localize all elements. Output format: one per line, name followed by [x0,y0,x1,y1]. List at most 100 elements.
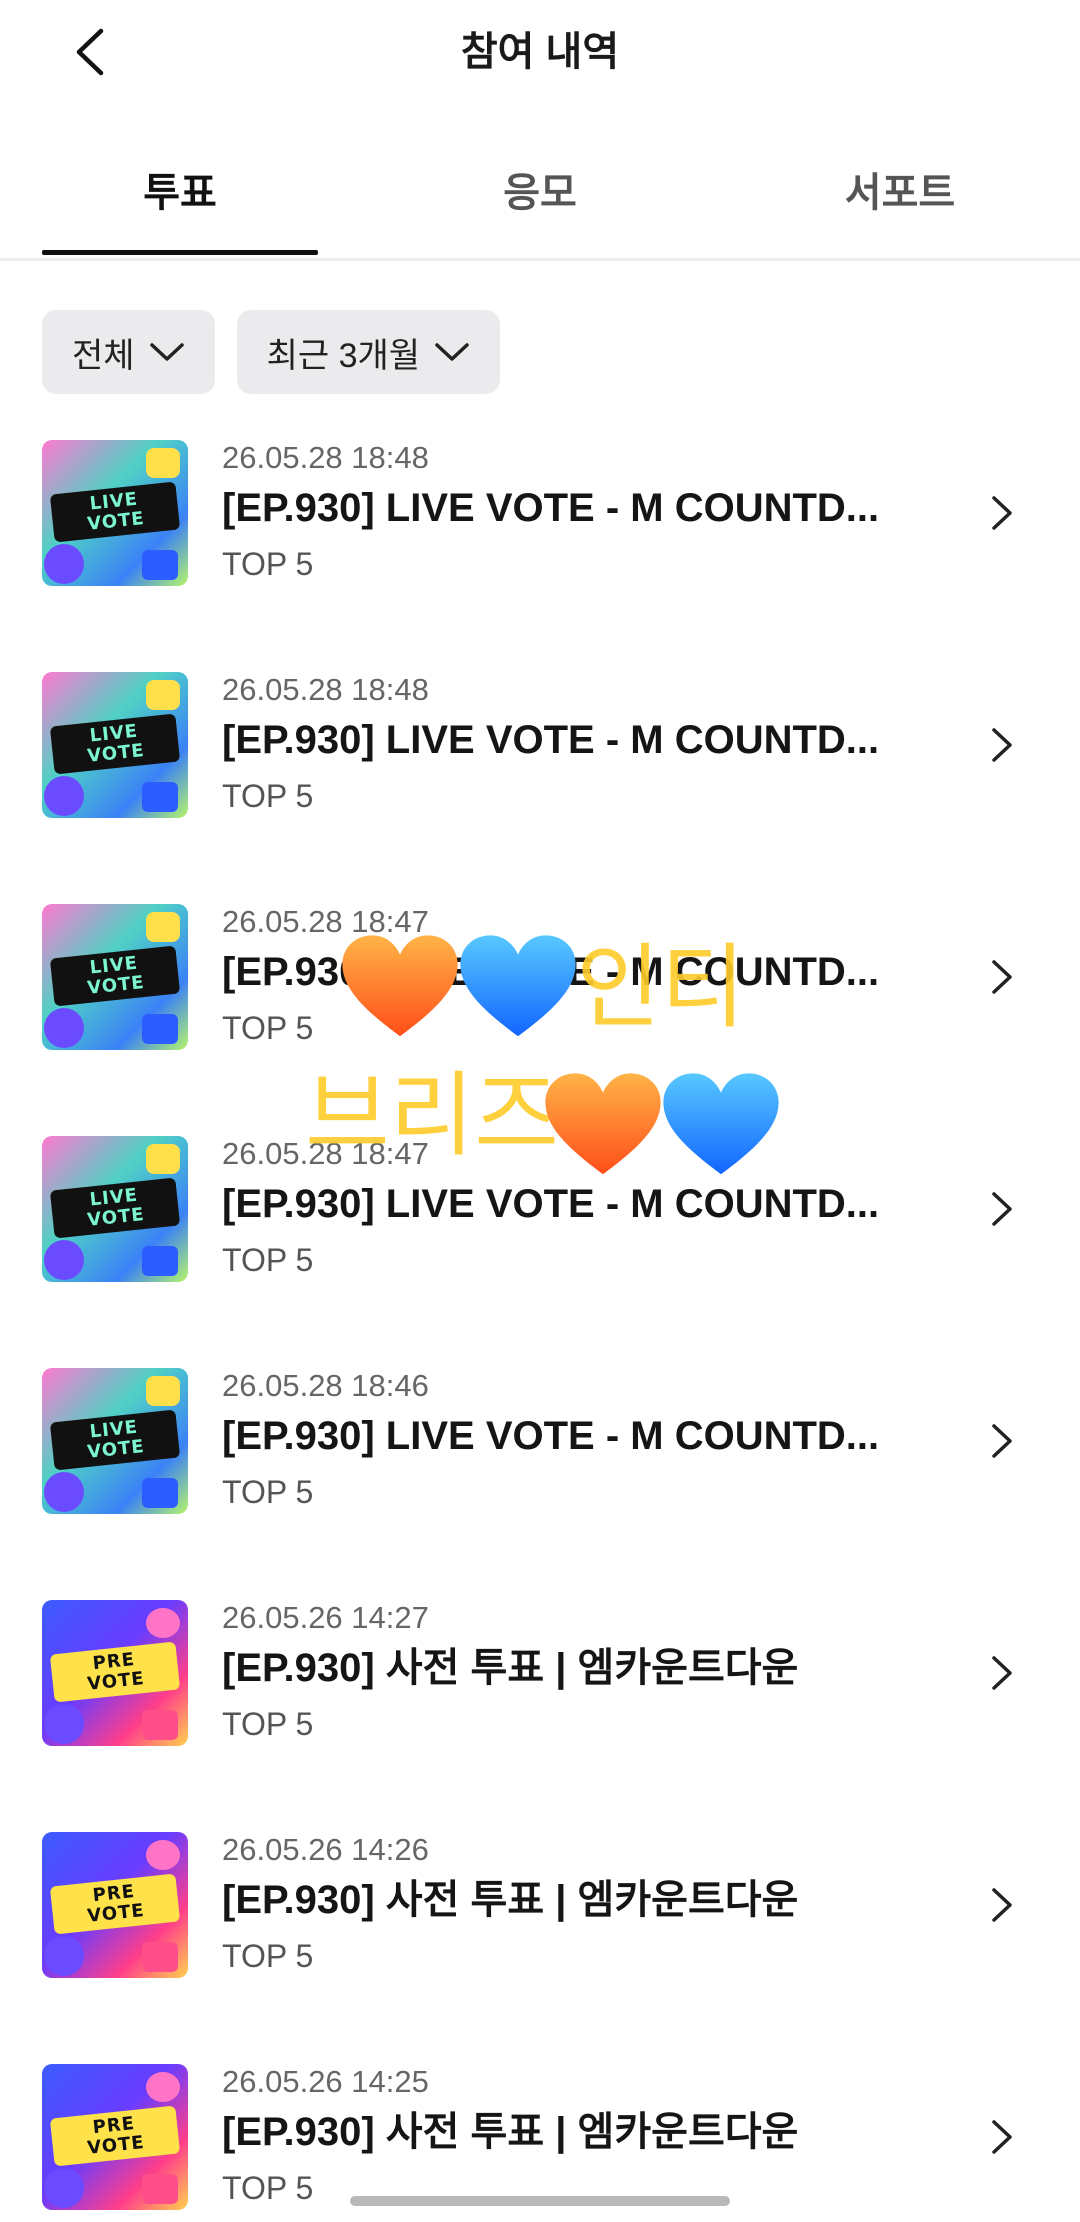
item-title: [EP.930] LIVE VOTE - M COUNTD... [222,950,880,994]
vote-thumbnail: LIVE VOTE [42,1136,188,1282]
item-rank: TOP 5 [222,1474,314,1510]
decor-shape [142,1014,178,1044]
thumbnail-banner: LIVE VOTE [49,1409,181,1471]
decor-shape [44,1240,84,1280]
header: 참여 내역 [0,0,1080,110]
item-date: 26.05.28 18:46 [222,1368,429,1403]
participation-list: LIVE VOTE 26.05.28 18:48 [EP.930] LIVE V… [0,440,1080,2222]
vote-thumbnail: PRE VOTE [42,2064,188,2210]
item-meta: 26.05.26 14:27 [EP.930] 사전 투표 | 엠카운트다운 T… [222,1600,942,1744]
decor-shape [146,1608,180,1638]
item-date: 26.05.28 18:48 [222,440,429,475]
item-date: 26.05.26 14:26 [222,1832,429,1867]
item-rank: TOP 5 [222,1938,314,1974]
item-meta: 26.05.28 18:46 [EP.930] LIVE VOTE - M CO… [222,1368,942,1512]
chevron-right-icon[interactable] [984,952,1020,1002]
chevron-right-icon[interactable] [984,1648,1020,1698]
decor-shape [142,2174,178,2204]
chevron-right-icon[interactable] [984,1184,1020,1234]
vote-thumbnail: LIVE VOTE [42,904,188,1050]
decor-shape [146,2072,180,2102]
page: 참여 내역 투표 응모 서포트 전체 최근 3개월 LIVE VOTE 26.0… [0,0,1080,2222]
list-item[interactable]: LIVE VOTE 26.05.28 18:47 [EP.930] LIVE V… [0,904,1080,1136]
item-rank: TOP 5 [222,1242,314,1278]
item-rank: TOP 5 [222,1010,314,1046]
list-item[interactable]: LIVE VOTE 26.05.28 18:48 [EP.930] LIVE V… [0,672,1080,904]
chevron-right-icon[interactable] [984,720,1020,770]
chevron-right-icon[interactable] [984,2112,1020,2162]
thumbnail-banner: LIVE VOTE [49,1177,181,1239]
active-tab-indicator [42,250,318,255]
thumbnail-banner: PRE VOTE [49,1641,181,1703]
filter-period-label: 최근 3개월 [266,336,421,375]
list-item[interactable]: LIVE VOTE 26.05.28 18:46 [EP.930] LIVE V… [0,1368,1080,1600]
list-item[interactable]: PRE VOTE 26.05.26 14:27 [EP.930] 사전 투표 |… [0,1600,1080,1832]
tab-vote[interactable]: 투표 [40,160,320,218]
decor-shape [44,1472,84,1512]
decor-shape [44,1008,84,1048]
decor-shape [44,1936,84,1976]
thumbnail-label-bottom: VOTE [86,1436,146,1463]
item-meta: 26.05.26 14:25 [EP.930] 사전 투표 | 엠카운트다운 T… [222,2064,942,2208]
tab-bar: 투표 응모 서포트 [0,130,1080,261]
filter-category-dropdown[interactable]: 전체 [42,310,215,394]
item-title: [EP.930] LIVE VOTE - M COUNTD... [222,1182,880,1226]
item-date: 26.05.26 14:25 [222,2064,429,2099]
decor-shape [44,544,84,584]
decor-shape [146,1840,180,1870]
chevron-right-icon[interactable] [984,1416,1020,1466]
decor-shape [146,912,180,942]
item-title: [EP.930] LIVE VOTE - M COUNTD... [222,486,880,530]
decor-shape [44,776,84,816]
item-date: 26.05.26 14:27 [222,1600,429,1635]
item-date: 26.05.28 18:47 [222,904,429,939]
thumbnail-banner: PRE VOTE [49,1873,181,1935]
vote-thumbnail: PRE VOTE [42,1832,188,1978]
decor-shape [142,1478,178,1508]
tab-entry[interactable]: 응모 [400,160,680,218]
chevron-right-icon[interactable] [984,488,1020,538]
decor-shape [142,782,178,812]
item-rank: TOP 5 [222,778,314,814]
home-indicator [350,2196,730,2206]
item-rank: TOP 5 [222,1706,314,1742]
list-item[interactable]: LIVE VOTE 26.05.28 18:48 [EP.930] LIVE V… [0,440,1080,672]
chevron-down-icon [435,343,469,361]
vote-thumbnail: LIVE VOTE [42,1368,188,1514]
item-title: [EP.930] 사전 투표 | 엠카운트다운 [222,2110,799,2154]
item-title: [EP.930] 사전 투표 | 엠카운트다운 [222,1646,799,1690]
tab-support[interactable]: 서포트 [760,160,1040,218]
item-title: [EP.930] 사전 투표 | 엠카운트다운 [222,1878,799,1922]
thumbnail-banner: LIVE VOTE [49,481,181,543]
item-meta: 26.05.28 18:47 [EP.930] LIVE VOTE - M CO… [222,904,942,1048]
thumbnail-banner: PRE VOTE [49,2105,181,2167]
chevron-down-icon [149,343,184,361]
vote-thumbnail: PRE VOTE [42,1600,188,1746]
thumbnail-banner: LIVE VOTE [49,945,181,1007]
thumbnail-label-bottom: VOTE [86,740,146,767]
decor-shape [146,448,180,478]
item-meta: 26.05.26 14:26 [EP.930] 사전 투표 | 엠카운트다운 T… [222,1832,942,1976]
chevron-right-icon[interactable] [984,1880,1020,1930]
vote-thumbnail: LIVE VOTE [42,672,188,818]
thumbnail-label-bottom: VOTE [86,1900,146,1927]
item-rank: TOP 5 [222,546,314,582]
item-title: [EP.930] LIVE VOTE - M COUNTD... [222,718,880,762]
item-meta: 26.05.28 18:48 [EP.930] LIVE VOTE - M CO… [222,440,942,584]
list-item[interactable]: PRE VOTE 26.05.26 14:26 [EP.930] 사전 투표 |… [0,1832,1080,2064]
decor-shape [142,1246,178,1276]
page-title: 참여 내역 [460,30,620,74]
thumbnail-label-bottom: VOTE [86,1668,146,1695]
filter-category-label: 전체 [72,336,135,375]
decor-shape [142,550,178,580]
decor-shape [44,2168,84,2208]
thumbnail-banner: LIVE VOTE [49,713,181,775]
list-item[interactable]: LIVE VOTE 26.05.28 18:47 [EP.930] LIVE V… [0,1136,1080,1368]
filter-period-dropdown[interactable]: 최근 3개월 [236,310,501,394]
decor-shape [44,1704,84,1744]
item-title: [EP.930] LIVE VOTE - M COUNTD... [222,1414,880,1458]
decor-shape [146,680,180,710]
thumbnail-label-bottom: VOTE [86,508,146,535]
decor-shape [142,1942,178,1972]
decor-shape [142,1710,178,1740]
